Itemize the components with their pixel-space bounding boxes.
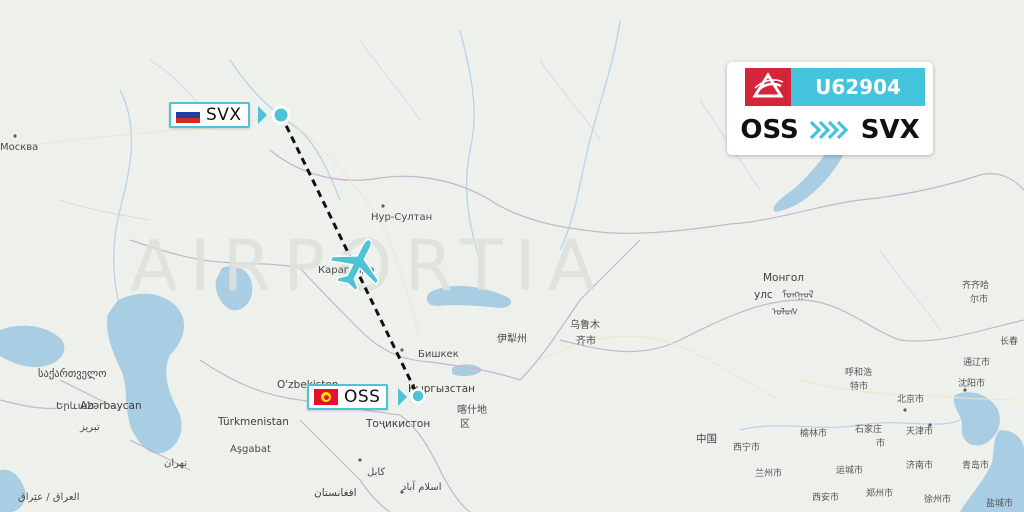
label-georgia: საქართველო (38, 368, 106, 380)
label-hohhot: 呼和浩 (845, 366, 872, 378)
label-beijing: 北京市 (897, 393, 924, 405)
flight-banner: U62904 (745, 68, 925, 106)
label-xining: 西宁市 (733, 441, 760, 453)
label-urumqi-2: 齐市 (576, 334, 596, 347)
label-yulin: 榆林市 (800, 427, 827, 439)
destination-airport-tag[interactable]: SVX (169, 102, 250, 128)
origin-tag-pointer (398, 388, 407, 406)
label-shijiazhuang-2: 市 (876, 437, 885, 449)
label-yining: 伊犁州 (497, 332, 527, 345)
kyrgyzstan-flag-icon (314, 389, 338, 405)
label-qiqihar: 齐齐哈 (962, 279, 989, 291)
label-mongolian-script-2: ᠤᠯᠤᠰ (772, 306, 798, 318)
label-jinan: 济南市 (906, 459, 933, 471)
label-islamabad: اسلام آباد (402, 480, 442, 493)
label-bishkek: Бишкек (418, 349, 459, 360)
label-mongolia: Монгол (763, 272, 804, 284)
label-tabriz: تبریز (79, 422, 100, 433)
destination-code: SVX (206, 105, 242, 125)
origin-code: OSS (344, 387, 381, 407)
label-nur-sultan: Нур-Султан (371, 212, 432, 223)
label-kabul: کابل (367, 467, 385, 478)
label-xuzhou: 徐州市 (924, 493, 951, 505)
label-iraq: العراق / عێراق (18, 492, 79, 503)
label-shijiazhuang: 石家庄 (855, 423, 882, 435)
label-ashgabat: Aşgabat (230, 444, 271, 455)
label-moscow: Москва (0, 142, 38, 153)
label-tajikistan: Тоҷикистон (365, 418, 430, 430)
label-tianjin: 天津市 (906, 425, 933, 437)
label-mongolian-script: ᠮᠣᠩᠭᠣᠯ (782, 289, 814, 301)
label-kashgar: 喀什地 (457, 403, 487, 416)
label-yancheng: 盐城市 (986, 497, 1013, 509)
label-china: 中国 (696, 432, 717, 445)
label-tehran: تهران (164, 458, 187, 469)
route-row: OSS SVX (727, 112, 933, 148)
ural-airlines-logo-icon (745, 68, 791, 106)
label-kashgar-2: 区 (460, 418, 470, 430)
route-origin: OSS (740, 115, 799, 145)
route-destination: SVX (860, 115, 920, 145)
label-urumqi: 乌鲁木 (570, 318, 600, 331)
label-shenyang: 沈阳市 (958, 377, 985, 389)
label-qiqihar-2: 尔市 (970, 293, 988, 305)
flight-card[interactable]: U62904 OSS SVX (727, 62, 933, 155)
label-changchun: 长春 (1000, 335, 1018, 347)
label-turkmenistan: Türkmenistan (217, 416, 289, 428)
label-lanzhou: 兰州市 (755, 467, 782, 479)
label-afghanistan: افغانستان (314, 487, 357, 499)
chevron-arrows-icon (809, 119, 851, 141)
destination-airport-marker[interactable] (271, 105, 291, 125)
label-hohhot-2: 特市 (850, 380, 868, 392)
flight-number: U62904 (815, 75, 901, 99)
label-tongliao: 通辽市 (963, 356, 990, 368)
origin-airport-marker[interactable] (410, 388, 426, 404)
origin-airport-tag[interactable]: OSS (307, 384, 389, 410)
russia-flag-icon (176, 107, 200, 123)
label-xian: 西安市 (812, 491, 839, 503)
destination-tag-pointer (258, 106, 267, 124)
label-zhengzhou: 郑州市 (866, 487, 893, 499)
label-yerevan: Երևան (56, 401, 94, 412)
map[interactable]: AIRPORTIA Москва Нур-Султан Караганда Мо… (0, 0, 1024, 512)
label-qingdao: 青岛市 (962, 459, 989, 471)
label-yuncheng: 运城市 (836, 464, 863, 476)
label-mongolia-uls: улс (754, 289, 773, 301)
